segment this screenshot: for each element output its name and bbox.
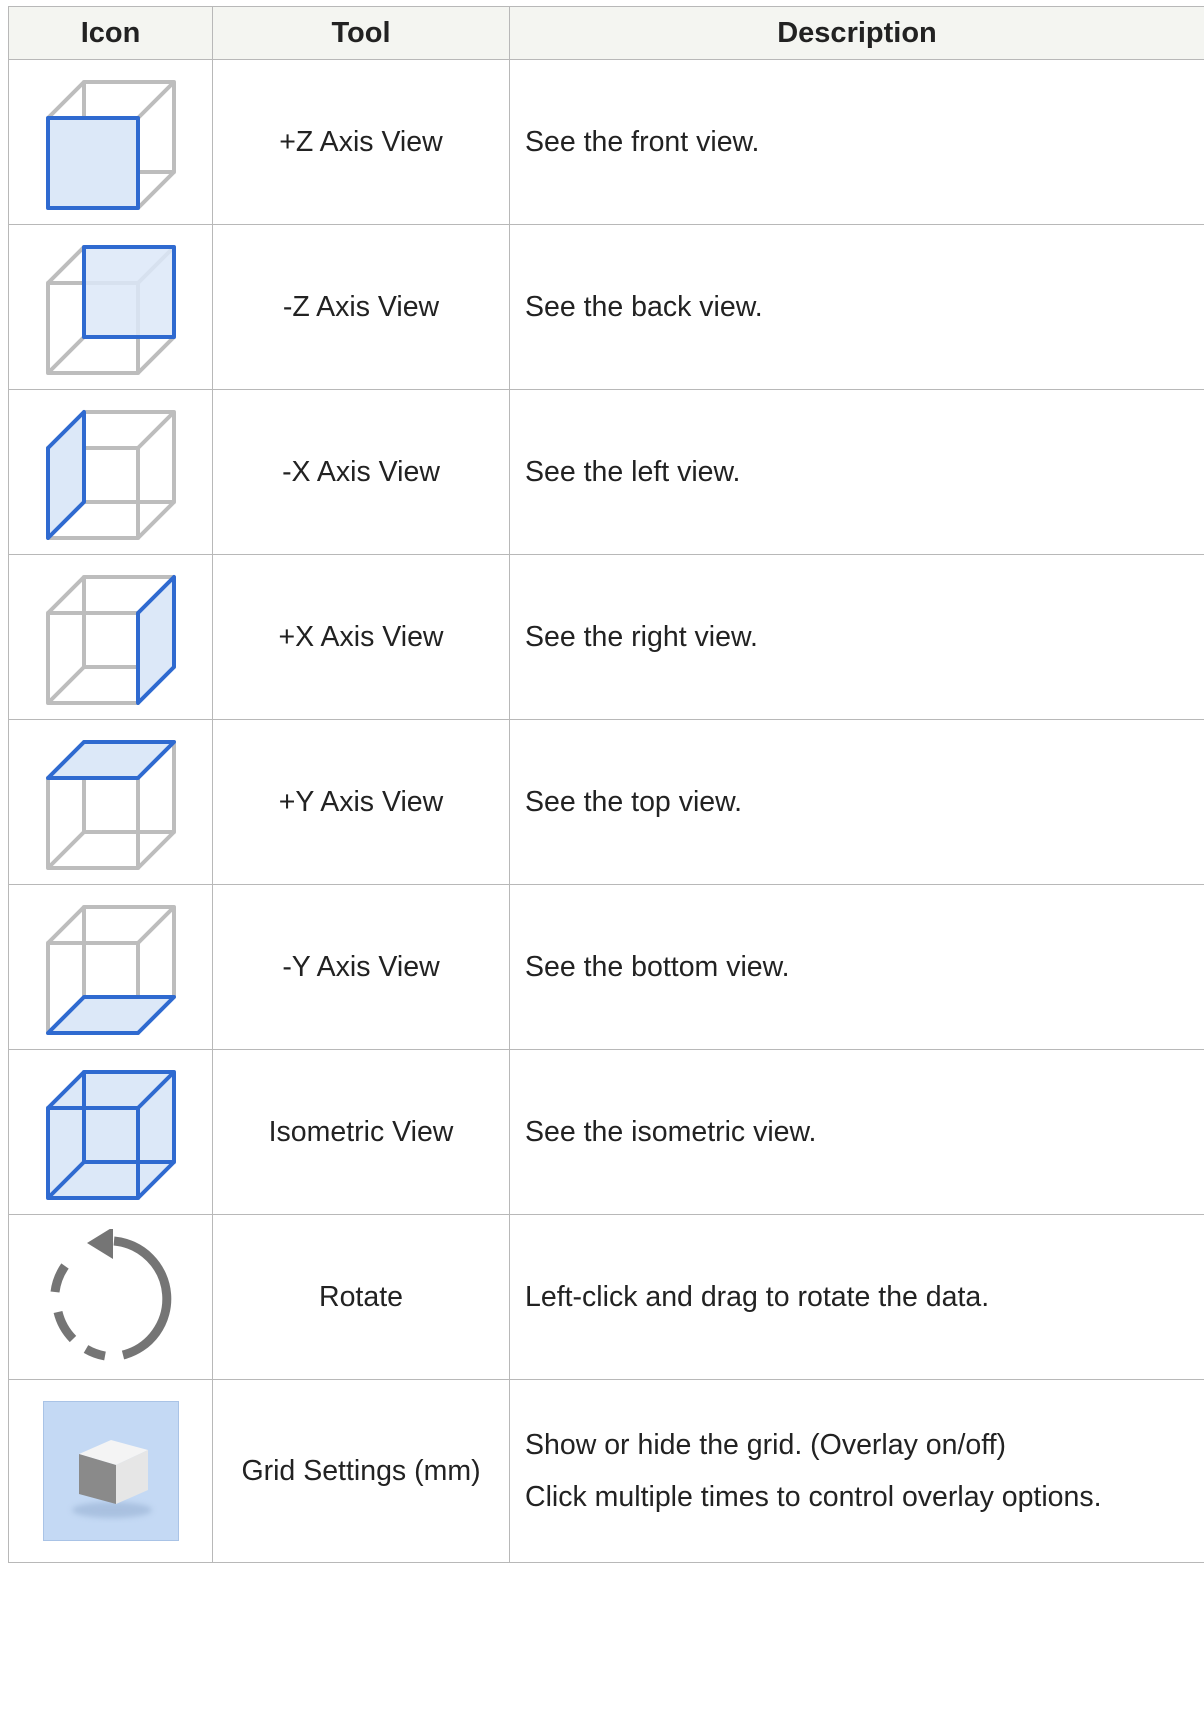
header-icon: Icon [8,6,213,60]
tool-description: Show or hide the grid. (Overlay on/off) [525,1429,1007,1461]
grid-settings-icon [42,1401,179,1541]
table-row: +Y Axis View See the top view. [8,719,1204,885]
tool-name: +X Axis View [212,554,510,720]
table-row: Isometric View See the isometric view. [8,1049,1204,1215]
tool-name: +Z Axis View [212,59,510,225]
table-row: Grid Settings (mm) Show or hide the grid… [8,1379,1204,1563]
cube-back-face-icon [43,239,179,375]
header-tool: Tool [212,6,510,60]
table-row: Rotate Left-click and drag to rotate the… [8,1214,1204,1380]
tool-description: Left-click and drag to rotate the data. [525,1281,990,1313]
cube-bottom-face-icon [43,899,179,1035]
tool-description: See the left view. [525,456,741,488]
cube-top-face-icon [43,734,179,870]
table-row: +Z Axis View See the front view. [8,59,1204,225]
cube-isometric-icon [43,1064,179,1200]
tools-table: Icon Tool Description +Z Axis View See t… [8,6,1204,1563]
tool-name: +Y Axis View [212,719,510,885]
tool-name: Isometric View [212,1049,510,1215]
tool-name: Grid Settings (mm) [212,1379,510,1563]
tool-description: See the right view. [525,621,758,653]
cube-front-face-icon [43,74,179,210]
header-description: Description [509,6,1204,60]
table-header-row: Icon Tool Description [8,6,1204,60]
cube-right-face-icon [43,569,179,705]
table-row: -Z Axis View See the back view. [8,224,1204,390]
rotate-icon [43,1229,179,1365]
table-row: +X Axis View See the right view. [8,554,1204,720]
tool-description: See the isometric view. [525,1116,817,1148]
tool-description: See the front view. [525,126,760,158]
table-row: -Y Axis View See the bottom view. [8,884,1204,1050]
tool-name: -X Axis View [212,389,510,555]
tool-description: See the back view. [525,291,763,323]
tool-description: See the top view. [525,786,743,818]
tool-description: See the bottom view. [525,951,790,983]
tool-description-note: Click multiple times to control overlay … [525,1481,1102,1513]
tool-name: -Y Axis View [212,884,510,1050]
cube-left-face-icon [43,404,179,540]
tool-name: -Z Axis View [212,224,510,390]
tool-name: Rotate [212,1214,510,1380]
table-row: -X Axis View See the left view. [8,389,1204,555]
